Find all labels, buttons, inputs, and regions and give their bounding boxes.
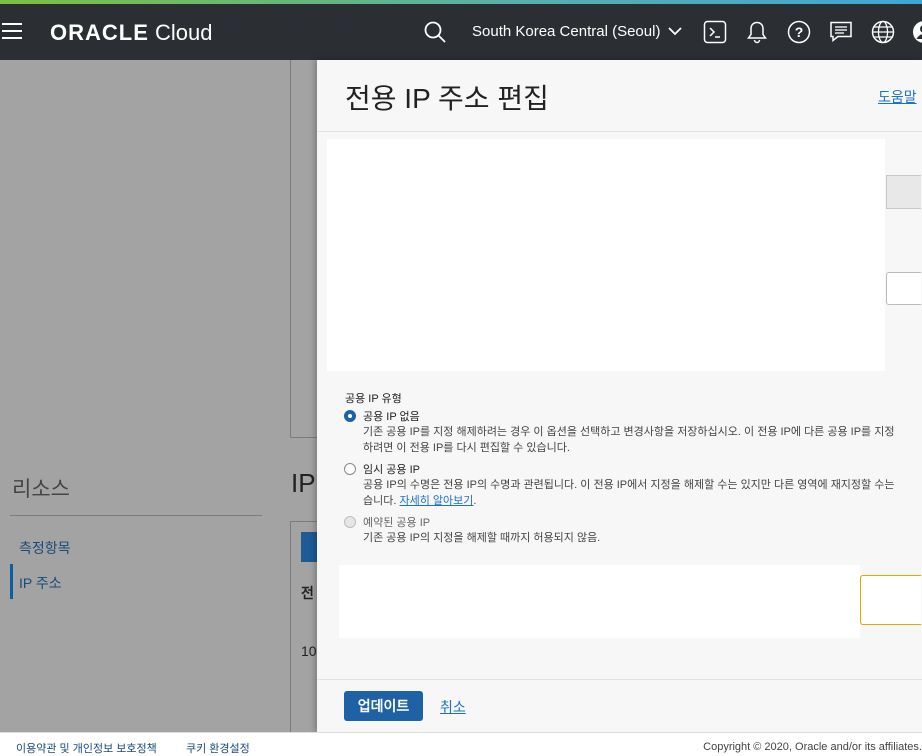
- option-desc-line1: 기존 공용 IP의 지정을 해제할 때까지 허용되지 않음.: [363, 532, 601, 544]
- learn-more-link[interactable]: 자세히 알아보기: [399, 495, 473, 507]
- globe-icon[interactable]: [871, 20, 895, 44]
- active-indicator: [10, 564, 13, 599]
- profile-icon[interactable]: [912, 20, 922, 44]
- option-desc-line2: 하려면 이 전용 IP를 다시 편집할 수 있습니다.: [363, 442, 570, 454]
- copyright-text: Copyright © 2020, Oracle and/or its affi…: [703, 741, 922, 753]
- resources-divider: [10, 515, 262, 516]
- cloud-shell-icon[interactable]: [703, 20, 727, 44]
- redacted-form-area: [327, 139, 885, 371]
- panel-header: 전용 IP 주소 편집 도움말: [317, 60, 922, 132]
- terms-privacy-link[interactable]: 이용약관 및 개인정보 보호정책: [16, 740, 157, 756]
- search-icon[interactable]: [423, 20, 447, 44]
- highlighted-input-field[interactable]: [860, 575, 921, 625]
- top-navigation-bar: ORACLE Cloud South Korea Central (Seoul)…: [0, 4, 922, 60]
- public-ip-type-label: 공용 IP 유형: [345, 393, 402, 405]
- ip-section-heading: IP: [291, 468, 316, 498]
- svg-text:?: ?: [795, 24, 804, 40]
- oracle-cloud-logo[interactable]: ORACLE Cloud: [50, 20, 213, 46]
- option-description: 기존 공용 IP의 지정을 해제할 때까지 허용되지 않음.: [363, 530, 922, 546]
- option-label: 예약된 공용 IP: [363, 517, 431, 529]
- bell-icon[interactable]: [745, 20, 769, 44]
- radio-ephemeral-public-ip[interactable]: [344, 463, 356, 475]
- option-desc-line1: 기존 공용 IP를 지정 해제하려는 경우 이 옵션을 선택하고 변경사항을 저…: [363, 426, 895, 438]
- redacted-field-area: [339, 565, 860, 638]
- table-cell: 10: [301, 643, 317, 659]
- radio-no-public-ip[interactable]: [344, 410, 356, 422]
- chat-icon[interactable]: [829, 20, 853, 44]
- region-label: South Korea Central (Seoul): [472, 23, 661, 40]
- table-header-cell: 전: [301, 585, 314, 601]
- chevron-down-icon: [667, 27, 682, 36]
- option-desc-suffix: .: [473, 495, 477, 507]
- logo-brand: ORACLE: [50, 20, 149, 45]
- region-selector[interactable]: South Korea Central (Seoul): [472, 23, 682, 40]
- resources-title: 리소스: [12, 478, 70, 501]
- option-description: 기존 공용 IP를 지정 해제하려는 경우 이 옵션을 선택하고 변경사항을 저…: [363, 424, 922, 456]
- edit-private-ip-panel: 전용 IP 주소 편집 도움말 공용 IP 유형 공용 IP 없음 기존 공용 …: [317, 60, 922, 732]
- logo-product: Cloud: [155, 20, 213, 45]
- option-description: 공용 IP의 수명은 전용 IP의 수명과 관련됩니다. 이 전용 IP에서 지…: [363, 477, 922, 509]
- text-input-field[interactable]: [886, 272, 921, 305]
- radio-reserved-public-ip: [344, 516, 356, 528]
- panel-footer: 업데이트 취소: [317, 679, 922, 733]
- option-desc-line1: 공용 IP의 수명은 전용 IP의 수명과 관련됩니다. 이 전용 IP에서 지…: [363, 479, 895, 491]
- cancel-link[interactable]: 취소: [440, 697, 466, 717]
- cookie-preferences-link[interactable]: 쿠키 환경설정: [186, 740, 250, 756]
- update-button[interactable]: 업데이트: [344, 691, 423, 721]
- resources-item-ip-addresses[interactable]: IP 주소: [19, 573, 62, 593]
- panel-title: 전용 IP 주소 편집: [345, 83, 549, 114]
- page-footer: 이용약관 및 개인정보 보호정책 쿠키 환경설정 Copyright © 202…: [0, 732, 922, 756]
- resources-item-metrics[interactable]: 측정항목: [19, 538, 71, 558]
- option-desc-line2: 습니다.: [363, 495, 397, 507]
- readonly-field: [886, 175, 921, 209]
- option-label: 공용 IP 없음: [363, 411, 420, 423]
- help-icon[interactable]: ?: [787, 20, 811, 44]
- option-label: 임시 공용 IP: [363, 464, 420, 476]
- menu-icon[interactable]: [2, 23, 22, 39]
- help-link[interactable]: 도움말: [878, 87, 917, 107]
